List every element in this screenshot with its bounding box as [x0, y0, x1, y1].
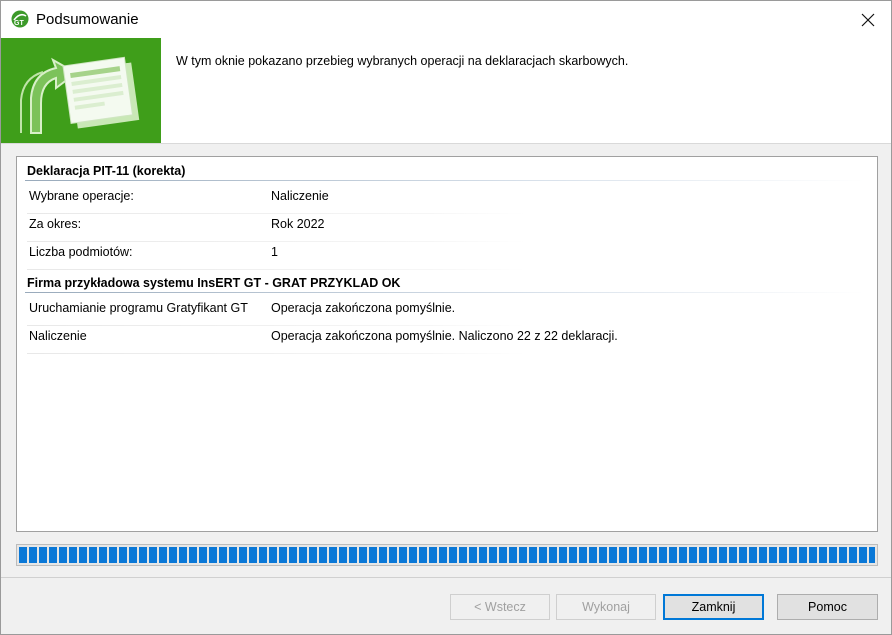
group-title-company: Firma przykładowa systemu InsERT GT - GR… — [27, 276, 401, 290]
row-value-operations: Naliczenie — [271, 189, 329, 203]
row-label-launch: Uruchamianie programu Gratyfikant GT — [29, 301, 248, 315]
group-divider — [25, 180, 865, 181]
row-label-operations: Wybrane operacje: — [29, 189, 134, 203]
row-label-period: Za okres: — [29, 217, 82, 231]
footer-divider — [1, 577, 891, 578]
row-value-period: Rok 2022 — [271, 217, 325, 231]
close-button[interactable]: Zamknij — [663, 594, 764, 620]
row-value-calculation: Operacja zakończona pomyślnie. Naliczono… — [271, 329, 618, 343]
row-divider — [27, 213, 527, 214]
svg-text:GT: GT — [14, 20, 24, 27]
title-bar: GT Podsumowanie — [1, 1, 891, 38]
row-label-calculation: Naliczenie — [29, 329, 87, 343]
summary-window: GT Podsumowanie W tym oknie pokazano prz… — [0, 0, 892, 635]
progress-bar-fill — [19, 547, 875, 563]
back-button[interactable]: < Wstecz — [450, 594, 550, 620]
help-button[interactable]: Pomoc — [777, 594, 878, 620]
row-value-subjects: 1 — [271, 245, 278, 259]
group-title-declaration: Deklaracja PIT-11 (korekta) — [27, 164, 186, 178]
summary-panel: Deklaracja PIT-11 (korekta) Wybrane oper… — [16, 156, 878, 532]
declarations-graphic-icon — [1, 38, 161, 143]
row-divider — [27, 353, 527, 354]
progress-bar — [16, 544, 878, 566]
gt-app-icon: GT — [11, 10, 29, 28]
row-label-subjects: Liczba podmiotów: — [29, 245, 133, 259]
header-description: W tym oknie pokazano przebieg wybranych … — [176, 54, 629, 68]
wizard-header: W tym oknie pokazano przebieg wybranych … — [1, 38, 891, 144]
row-divider — [27, 241, 527, 242]
window-title: Podsumowanie — [36, 11, 139, 28]
row-value-launch: Operacja zakończona pomyślnie. — [271, 301, 456, 315]
execute-button[interactable]: Wykonaj — [556, 594, 656, 620]
row-divider — [27, 325, 527, 326]
close-icon — [861, 13, 875, 26]
close-window-button[interactable] — [845, 1, 891, 38]
row-divider — [27, 269, 527, 270]
header-banner — [1, 38, 161, 143]
group-divider — [25, 292, 865, 293]
